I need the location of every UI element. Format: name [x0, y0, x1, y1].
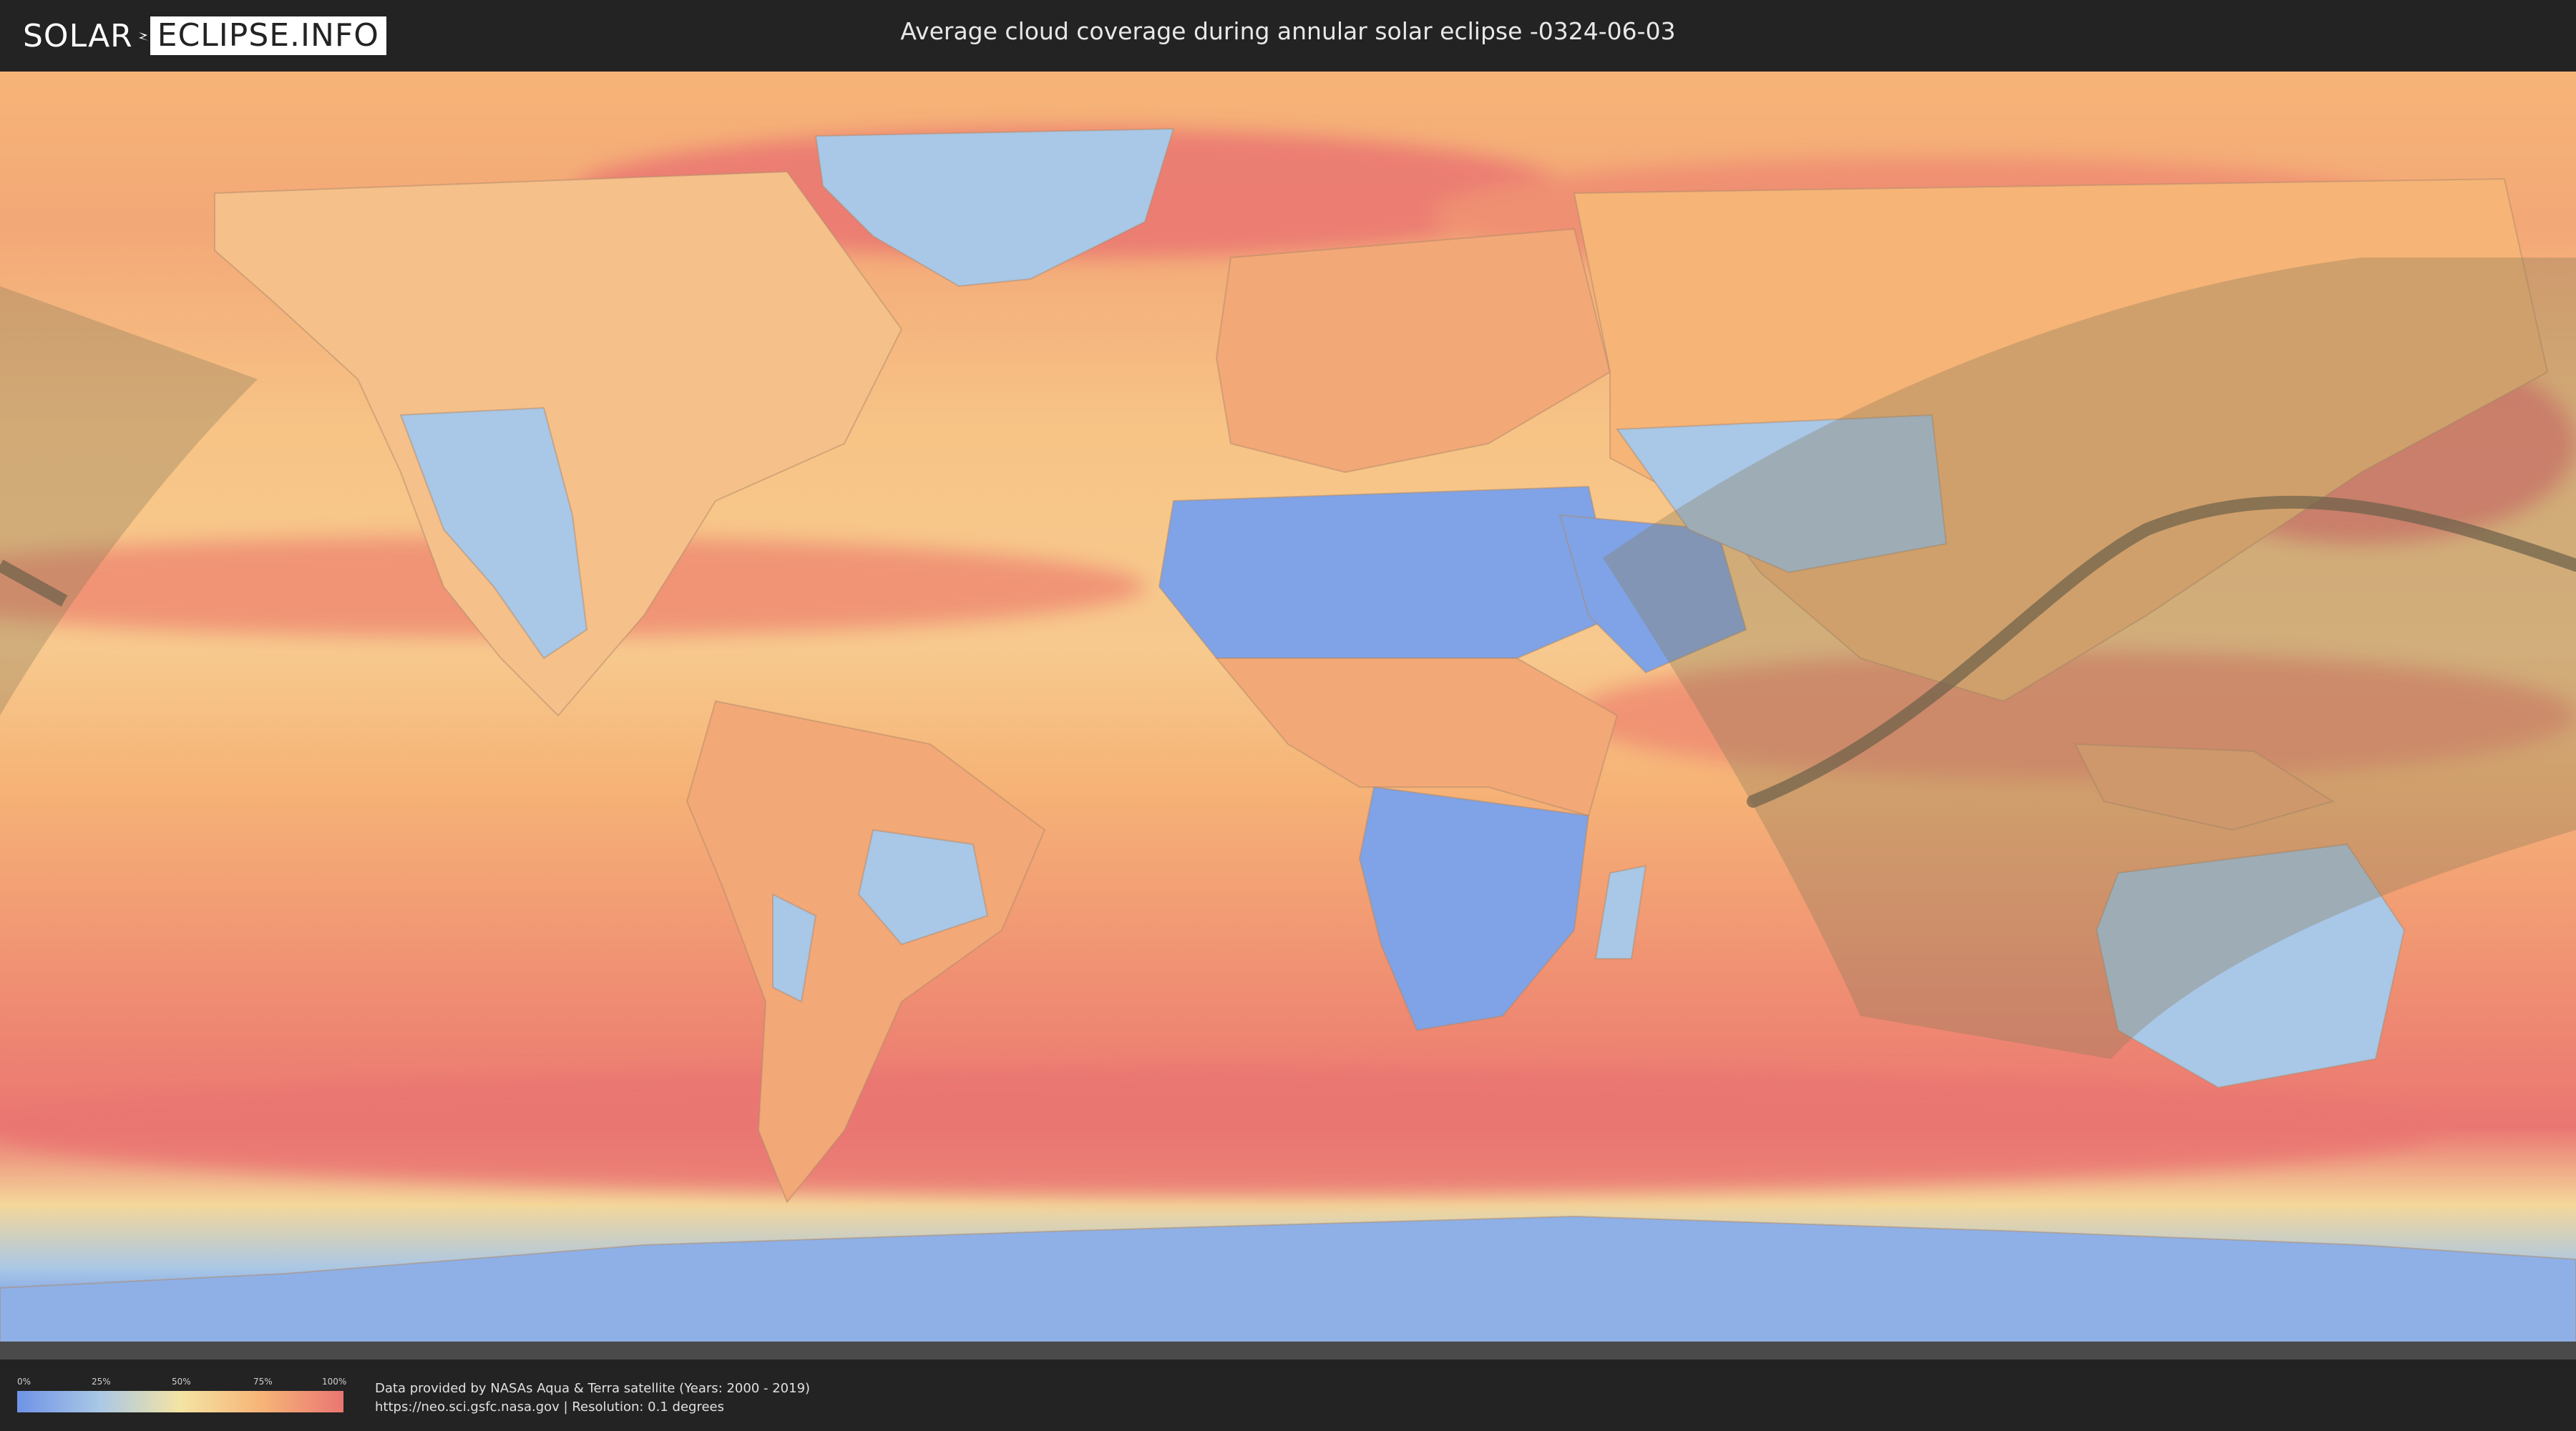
header: SOLAR ECLIPSE.INFO Average cloud coverag… — [0, 0, 2576, 72]
credit-line-1: Data provided by NASAs Aqua & Terra sate… — [375, 1381, 811, 1396]
legend-tick-100: 100% — [322, 1377, 347, 1387]
legend-tick-50: 50% — [172, 1377, 191, 1387]
footer: 0% 25% 50% 75% 100% Data provided by NAS… — [0, 1359, 2576, 1431]
legend-tick-0: 0% — [17, 1377, 31, 1387]
color-legend: 0% 25% 50% 75% 100% — [17, 1377, 347, 1420]
legend-tick-75: 75% — [253, 1377, 273, 1387]
credit-line-2[interactable]: https://neo.sci.gsfc.nasa.gov | Resoluti… — [375, 1398, 810, 1417]
cloud-coverage-map[interactable] — [0, 72, 2576, 1359]
legend-ticks: 0% 25% 50% 75% 100% — [17, 1377, 347, 1390]
page-title: Average cloud coverage during annular so… — [900, 17, 1676, 45]
data-credit: Data provided by NASAs Aqua & Terra sate… — [375, 1379, 810, 1417]
africa-north — [1158, 485, 1619, 659]
map-bottom-edge — [0, 1342, 2576, 1359]
legend-gradient-bar — [17, 1391, 343, 1412]
legend-tick-25: 25% — [92, 1377, 111, 1387]
